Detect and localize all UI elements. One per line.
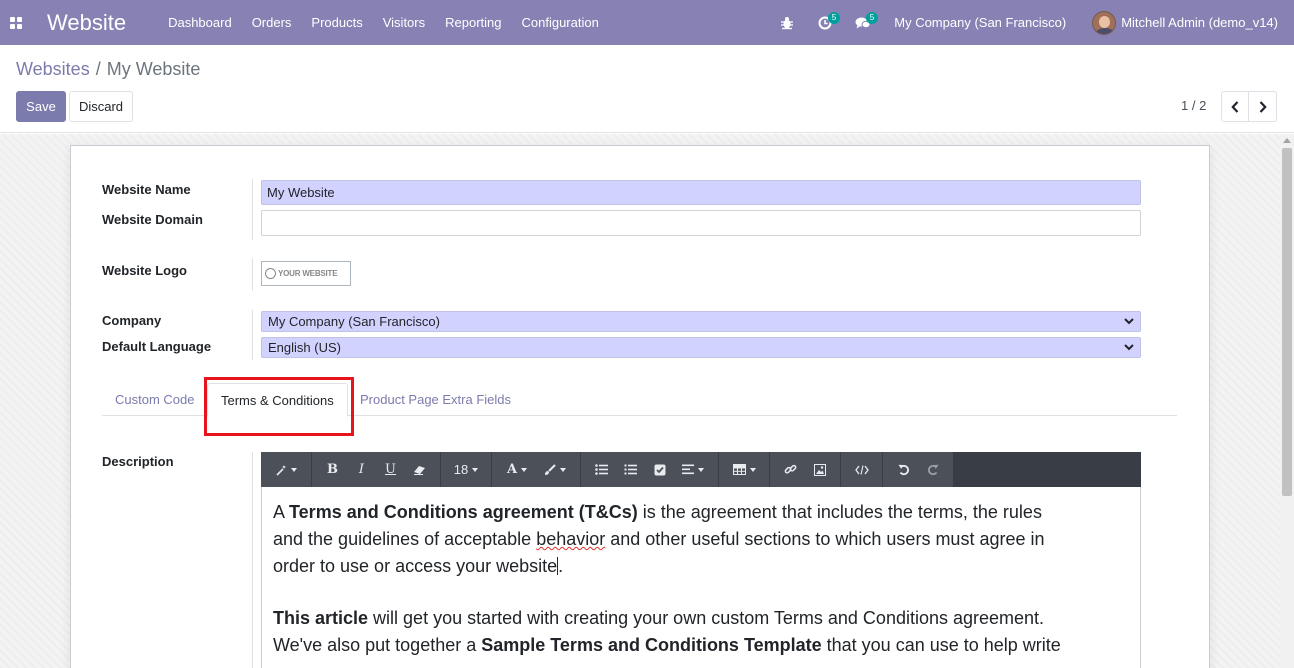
menu-reporting[interactable]: Reporting [445,15,501,30]
save-button[interactable]: Save [16,91,66,122]
description-label: Description [102,454,174,469]
bold-text-run: Sample Terms and Conditions Template [481,635,822,655]
underline-icon[interactable]: U [376,452,405,487]
font-size-dropdown[interactable]: 18 [447,452,485,487]
menu-configuration[interactable]: Configuration [522,15,599,30]
company-label: Company [102,313,162,328]
table-icon[interactable] [725,452,763,487]
editor-paragraph-1: A Terms and Conditions agreement (T&Cs) … [273,502,1045,576]
breadcrumb-websites[interactable]: Websites [16,59,90,79]
menu-dashboard[interactable]: Dashboard [168,15,232,30]
font-size-value: 18 [453,462,469,477]
field-divider [252,258,253,291]
breadcrumb: Websites / My Website [16,59,200,80]
discard-button[interactable]: Discard [69,91,133,122]
code-view-icon[interactable] [847,452,876,487]
text-run: . [558,556,564,576]
highlight-annotation-box [204,377,354,436]
chevron-down-icon [1124,344,1134,351]
website-domain-label: Website Domain [102,212,203,227]
top-navbar: Website Dashboard Orders Products Visito… [0,0,1294,45]
paragraph-align-icon[interactable] [674,452,712,487]
messages-chat-icon[interactable]: 5 [850,0,879,45]
default-language-label: Default Language [102,339,212,354]
apps-menu-icon[interactable] [0,0,32,45]
image-icon[interactable] [805,452,834,487]
default-language-select[interactable]: English (US) [261,337,1141,358]
chevron-down-icon [1124,318,1134,325]
tab-custom-code[interactable]: Custom Code [102,383,207,416]
background-color-brush-icon[interactable] [536,452,574,487]
menu-visitors[interactable]: Visitors [383,15,425,30]
user-avatar[interactable] [1092,10,1117,35]
style-magic-wand-icon[interactable] [267,452,305,487]
user-menu[interactable]: Mitchell Admin (demo_v14) [1121,15,1278,30]
bold-text-run: Terms and Conditions agreement (T&Cs) [289,502,638,522]
field-divider [252,310,253,360]
company-select[interactable]: My Company (San Francisco) [261,311,1141,332]
chevron-right-icon [1259,100,1267,113]
menu-products[interactable]: Products [311,15,362,30]
logo-text: YOUR WEBSITE [278,269,338,278]
pager-next-button[interactable] [1249,91,1277,122]
editor-paragraph-2: This article will get you started with c… [273,605,1063,668]
checklist-icon[interactable] [645,452,674,487]
vertical-scrollbar[interactable] [1280,134,1294,668]
chevron-left-icon [1231,100,1239,113]
font-color-icon[interactable]: A [498,452,536,487]
undo-icon[interactable] [889,452,918,487]
tab-product-page-extra-fields[interactable]: Product Page Extra Fields [347,383,524,416]
website-logo-label: Website Logo [102,263,187,278]
field-divider [252,452,253,668]
bold-icon[interactable]: B [318,452,347,487]
messages-count-badge: 5 [865,12,879,24]
website-name-label: Website Name [102,182,191,197]
activity-count-badge: 5 [827,12,841,24]
italic-icon[interactable]: I [347,452,376,487]
eraser-icon[interactable] [405,452,434,487]
language-select-value: English (US) [268,340,341,355]
debug-bug-icon[interactable] [774,0,800,45]
pager-previous-button[interactable] [1221,91,1249,122]
editor-toolbar: B I U 18 A [261,452,1141,487]
activity-clock-icon[interactable]: 5 [812,0,841,45]
company-select-value: My Company (San Francisco) [268,314,440,329]
scrollbar-thumb[interactable] [1282,148,1292,496]
breadcrumb-current: My Website [106,59,201,79]
misspelled-word: behavior [536,529,606,549]
redo-icon[interactable] [918,452,947,487]
control-panel: Websites / My Website Save Discard 1 / 2 [0,45,1294,133]
pager-value[interactable]: 1 / 2 [1181,98,1206,113]
breadcrumb-separator: / [95,59,101,79]
website-logo-image[interactable]: YOUR WEBSITE [261,261,351,286]
text-run: A [273,502,290,522]
numbered-list-icon[interactable] [616,452,645,487]
link-icon[interactable] [776,452,805,487]
bullet-list-icon[interactable] [587,452,616,487]
website-domain-input[interactable] [261,210,1141,236]
website-name-input[interactable]: My Website [261,180,1141,205]
scroll-up-arrow-icon[interactable] [1283,138,1291,143]
company-switcher[interactable]: My Company (San Francisco) [894,15,1066,30]
field-divider [252,179,253,240]
bold-text-run: This article [273,608,369,628]
globe-icon [265,268,276,279]
menu-orders[interactable]: Orders [252,15,292,30]
app-name[interactable]: Website [47,10,126,36]
description-editor[interactable]: A Terms and Conditions agreement (T&Cs) … [261,487,1141,668]
